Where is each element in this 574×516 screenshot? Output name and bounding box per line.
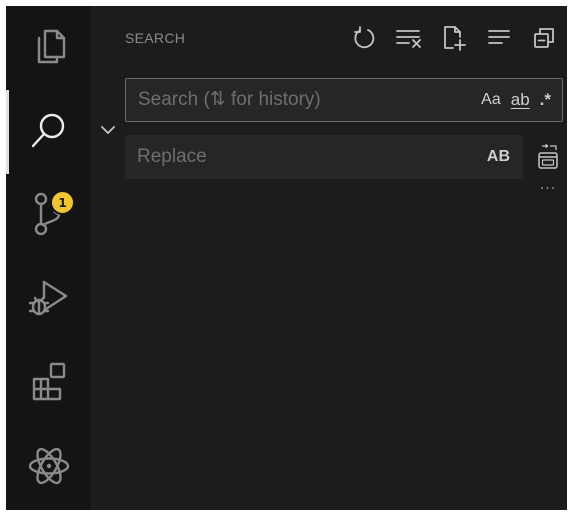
clear-results-button[interactable] [393, 24, 425, 52]
activity-bar: 1 [6, 6, 91, 510]
regex-toggle[interactable]: .* [535, 87, 556, 113]
collapse-all-icon [534, 28, 554, 48]
search-input[interactable] [138, 79, 438, 121]
chevron-down-icon [101, 126, 115, 135]
activity-react[interactable] [6, 426, 91, 506]
activity-search[interactable] [6, 90, 91, 170]
activity-explorer[interactable] [6, 7, 91, 87]
more-actions-button[interactable]: ··· [534, 181, 562, 197]
replace-all-button[interactable] [535, 144, 561, 170]
match-case-toggle[interactable]: Aa [476, 87, 506, 113]
search-header-actions [348, 24, 560, 52]
refresh-button[interactable] [348, 24, 380, 52]
preserve-case-toggle[interactable]: AB [482, 144, 515, 170]
extensions-icon [32, 362, 65, 401]
collapse-all-button[interactable] [528, 24, 560, 52]
replace-all-icon [538, 144, 558, 169]
new-search-editor-icon [444, 26, 466, 51]
vscode-window: 1 SEARCH Search (⇅ for history) Aa ab .*… [6, 6, 567, 510]
atom-icon [28, 447, 69, 485]
refresh-icon [354, 26, 375, 49]
view-as-tree-button[interactable] [483, 24, 515, 52]
source-control-badge: 1 [50, 190, 75, 215]
whole-word-toggle[interactable]: ab [506, 87, 535, 113]
view-as-tree-icon [488, 30, 510, 44]
search-box: Aa ab .* [125, 78, 563, 122]
toggle-replace-button[interactable] [98, 120, 118, 140]
replace-input[interactable] [137, 135, 437, 179]
search-panel-title: SEARCH [125, 30, 186, 46]
run-debug-icon [28, 280, 67, 316]
search-options: Aa ab .* [476, 79, 556, 121]
activity-extensions[interactable] [6, 342, 91, 422]
search-icon [31, 113, 64, 148]
files-icon [37, 29, 65, 64]
clear-results-icon [396, 30, 421, 48]
new-search-editor-button[interactable] [438, 24, 470, 52]
activity-run-debug[interactable] [6, 258, 91, 338]
replace-box: AB [125, 135, 523, 179]
replace-options: AB [482, 135, 515, 179]
activity-source-control[interactable]: 1 [6, 174, 91, 254]
